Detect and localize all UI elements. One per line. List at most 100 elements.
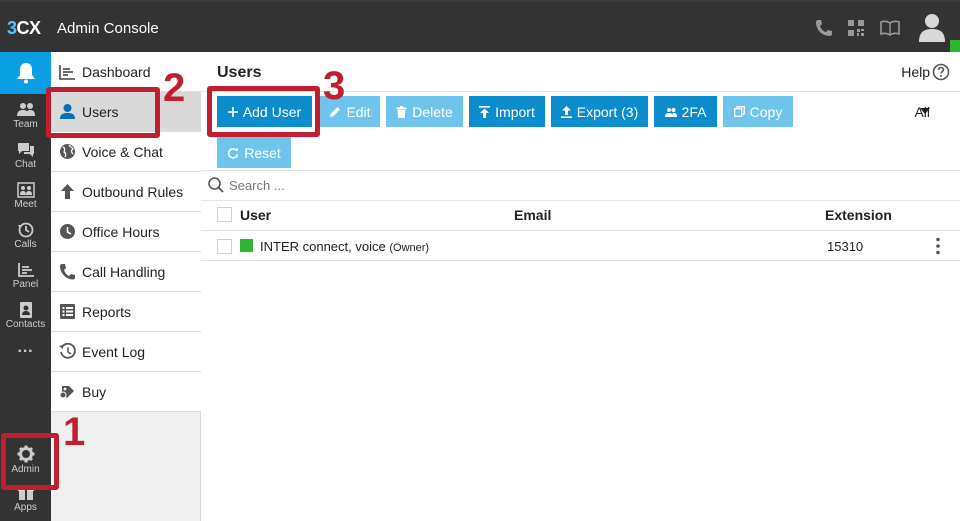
chevron-down-icon[interactable] — [920, 108, 930, 114]
rail-item-label: Panel — [12, 279, 39, 290]
menu-item-buy[interactable]: Buy — [51, 372, 201, 412]
table-header-divider — [201, 200, 960, 201]
help-icon[interactable] — [932, 63, 950, 81]
dashboard-icon — [59, 64, 75, 80]
menu-item-call-handling[interactable]: Call Handling — [51, 252, 201, 292]
phone-icon — [60, 264, 75, 280]
menu-item-label: Reports — [82, 303, 132, 320]
rail-notifications[interactable] — [0, 52, 51, 94]
app-logo[interactable]: 3CX — [7, 18, 41, 39]
select-all-checkbox[interactable] — [217, 207, 232, 222]
logo-part-3: 3 — [7, 18, 17, 38]
annotation-box-add-user — [207, 86, 320, 137]
menu-item-voice-chat[interactable]: Voice & Chat — [51, 132, 201, 172]
top-bar: 3CX Admin Console — [0, 0, 960, 54]
export-icon — [560, 105, 572, 118]
user-role: (Owner) — [389, 242, 430, 254]
page-title: Users — [217, 64, 262, 81]
annotation-number-3: 3 — [323, 64, 346, 108]
rail-item-label: Contacts — [5, 319, 46, 330]
extension-cell: 15310 — [827, 239, 864, 254]
menu-item-event-log[interactable]: Event Log — [51, 332, 201, 372]
button-label: Export (3) — [576, 103, 639, 120]
team-icon — [16, 103, 35, 116]
logo-part-cx: CX — [16, 18, 42, 38]
phone-icon[interactable] — [814, 18, 834, 38]
button-label: Delete — [412, 103, 453, 120]
rail-item-contacts[interactable]: Contacts — [0, 298, 51, 338]
more-icon: ··· — [17, 343, 34, 360]
rail-item-label: Apps — [14, 502, 37, 513]
rail-item-label: Calls — [14, 239, 37, 250]
rail-item-panel[interactable]: Panel — [0, 258, 51, 298]
contacts-icon — [19, 302, 32, 318]
row-checkbox[interactable] — [217, 239, 232, 254]
rail-item-more[interactable]: ··· — [0, 338, 51, 378]
refresh-icon — [228, 147, 239, 159]
button-label: Import — [495, 103, 535, 120]
menu-item-reports[interactable]: Reports — [51, 292, 201, 332]
qr-code-icon[interactable] — [846, 18, 866, 38]
menu-item-label: Office Hours — [82, 223, 160, 240]
app-title: Admin Console — [57, 20, 159, 37]
annotation-number-2: 2 — [163, 66, 186, 110]
button-label: Reset — [244, 144, 281, 161]
user-name: INTER connect, voice — [260, 239, 386, 254]
help-link[interactable]: Help — [901, 64, 930, 80]
menu-item-label: Voice & Chat — [82, 143, 163, 160]
button-label: Copy — [749, 103, 783, 120]
rail-item-label: Meet — [14, 199, 37, 210]
delete-button[interactable]: Delete — [386, 96, 463, 127]
rail-item-team[interactable]: Team — [0, 98, 51, 138]
rail-item-calls[interactable]: Calls — [0, 218, 51, 258]
presence-status-indicator — [240, 239, 253, 252]
annotation-number-1: 1 — [63, 410, 86, 454]
button-label: Edit — [346, 103, 371, 120]
rail-item-label: Chat — [14, 159, 37, 170]
users-icon — [664, 107, 677, 117]
menu-item-label: Event Log — [82, 343, 146, 360]
search-input[interactable] — [229, 174, 829, 196]
menu-item-outbound-rules[interactable]: Outbound Rules — [51, 172, 201, 212]
calls-icon — [17, 222, 33, 238]
rail-item-meet[interactable]: Meet — [0, 178, 51, 218]
search-divider — [201, 170, 960, 171]
menu-item-label: Call Handling — [82, 263, 166, 280]
copy-button[interactable]: Copy — [723, 96, 793, 127]
buy-icon — [59, 386, 74, 399]
2fa-button[interactable]: 2FA — [654, 96, 717, 127]
menu-item-office-hours[interactable]: Office Hours — [51, 212, 201, 252]
column-header-extension[interactable]: Extension — [825, 207, 892, 223]
meet-icon — [16, 182, 35, 198]
app-window: 3CX Admin Console Team Chat Meet Calls P… — [0, 0, 960, 521]
export-button[interactable]: Export (3) — [551, 96, 648, 127]
menu-item-label: Buy — [82, 383, 107, 400]
copy-icon — [733, 106, 745, 117]
chat-icon — [17, 143, 34, 157]
reports-icon — [60, 304, 75, 319]
trash-icon — [396, 105, 407, 118]
annotation-box-admin — [1, 433, 59, 490]
menu-item-label: Dashboard — [82, 63, 151, 80]
bell-icon — [16, 63, 35, 84]
column-header-email[interactable]: Email — [514, 207, 551, 223]
row-actions-kebab-icon[interactable] — [934, 237, 942, 255]
search-icon — [208, 177, 224, 193]
book-icon[interactable] — [880, 18, 900, 38]
import-button[interactable]: Import — [469, 96, 545, 127]
rail-item-label: Team — [13, 119, 38, 130]
table-row-divider — [201, 260, 960, 261]
button-label: 2FA — [681, 103, 707, 120]
column-header-user[interactable]: User — [240, 207, 271, 223]
import-icon — [479, 105, 491, 118]
annotation-box-users — [46, 87, 160, 138]
globe-icon — [60, 144, 75, 159]
menu-item-label: Outbound Rules — [82, 183, 184, 200]
user-avatar-icon[interactable] — [918, 12, 946, 42]
arrow-up-icon — [61, 184, 74, 199]
reset-button[interactable]: Reset — [217, 137, 291, 168]
rail-item-chat[interactable]: Chat — [0, 138, 51, 178]
history-icon — [59, 343, 76, 359]
user-name-cell: INTER connect, voice (Owner) — [260, 239, 429, 254]
clock-icon — [60, 224, 75, 239]
